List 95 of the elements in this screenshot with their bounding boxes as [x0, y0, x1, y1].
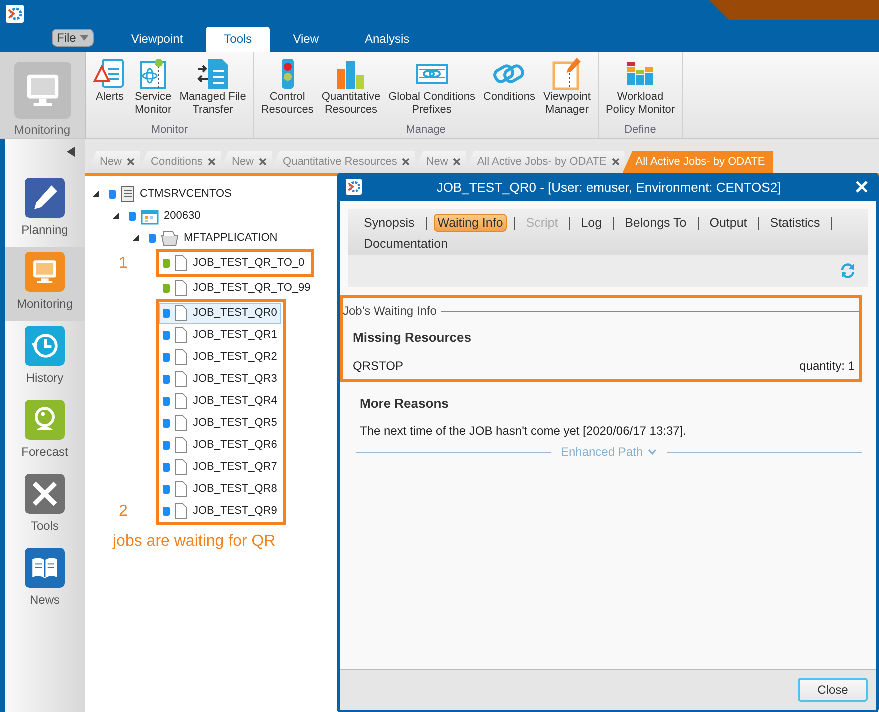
tree-item[interactable]: JOB_TEST_QR5: [159, 412, 282, 434]
gear-icon: [346, 179, 362, 195]
tree-item[interactable]: JOB_TEST_QR6: [159, 434, 282, 456]
tree-item[interactable]: JOB_TEST_QR1: [159, 324, 282, 346]
tree-item[interactable]: JOB_TEST_QR8: [159, 478, 282, 500]
tree-item[interactable]: JOB_TEST_QR7: [159, 456, 282, 478]
monitor-icon: [12, 62, 74, 119]
tree-item[interactable]: JOB_TEST_QR_TO_99: [159, 278, 315, 298]
transfer-icon: [196, 57, 230, 91]
sidebar-item[interactable]: Tools: [5, 469, 85, 543]
document-icon: [175, 458, 188, 476]
dialog-title: JOB_TEST_QR0 - [User: emuser, Environment: CENTOS2]: [436, 180, 782, 194]
expanded-icon[interactable]: [92, 190, 100, 198]
resource-quantity: quantity: 1: [800, 359, 855, 373]
ribbon-tab[interactable]: View: [270, 27, 342, 52]
document-icon: [175, 254, 188, 272]
annotation-number: 2: [119, 503, 129, 522]
close-icon[interactable]: [402, 158, 410, 166]
document-icon: [175, 370, 188, 388]
ribbon-button[interactable]: Service Monitor: [132, 57, 175, 124]
tree-item[interactable]: JOB_TEST_QR_TO_0: [159, 252, 309, 274]
tree-item[interactable]: 200630: [125, 206, 205, 226]
ribbon-tab[interactable]: Analysis: [342, 27, 433, 52]
tree-item[interactable]: JOB_TEST_QR4: [159, 390, 282, 412]
gear-icon: [6, 5, 24, 23]
expanded-icon[interactable]: [132, 234, 140, 242]
ribbon-button[interactable]: Workload Policy Monitor: [602, 57, 678, 124]
document-icon: [175, 480, 188, 498]
section-heading: Missing Resources: [353, 330, 472, 345]
ribbon-button[interactable]: Alerts: [90, 57, 130, 124]
sidebar-item[interactable]: Planning: [5, 173, 85, 247]
document-icon: [175, 414, 188, 432]
ribbon-button[interactable]: Conditions: [480, 57, 538, 124]
reason-text: The next time of the JOB hasn't come yet [2020/06/17 13:37].: [360, 424, 688, 438]
ribbon-button[interactable]: Managed File Transfer: [176, 57, 250, 124]
sidebar-item[interactable]: News: [5, 543, 85, 617]
expanded-icon[interactable]: [112, 212, 120, 220]
monitoring-button[interactable]: Monitoring: [0, 52, 86, 138]
annotation-caption: jobs are waiting for QR: [113, 533, 277, 551]
ribbon-button[interactable]: Global Conditions Prefixes: [386, 57, 478, 124]
section-heading: More Reasons: [360, 396, 450, 411]
server-icon: [121, 186, 135, 202]
resource-name: QRSTOP: [353, 359, 404, 373]
history-icon: [25, 326, 65, 366]
forecast-icon: [25, 400, 65, 440]
collapse-icon[interactable]: [67, 147, 75, 157]
alert-icon: [93, 57, 127, 91]
dialog-tab[interactable]: Documentation: [360, 235, 452, 253]
section-legend: Job's Waiting Info: [343, 304, 437, 318]
dialog-tab[interactable]: Output: [706, 214, 752, 232]
dialog-tab[interactable]: Waiting Info: [434, 214, 508, 232]
tree-item[interactable]: JOB_TEST_QR2: [159, 346, 282, 368]
ribbon-button[interactable]: Viewpoint Manager: [540, 57, 594, 124]
document-icon: [175, 436, 188, 454]
sidebar-item[interactable]: Forecast: [5, 395, 85, 469]
close-icon[interactable]: [259, 158, 268, 166]
tools-icon: [25, 474, 65, 514]
sidebar-item[interactable]: History: [5, 321, 85, 395]
document-icon: [175, 348, 188, 366]
caret-icon: [80, 35, 90, 41]
tree-item[interactable]: JOB_TEST_QR9: [159, 500, 282, 522]
document-icon: [175, 326, 188, 344]
group-label: Define: [624, 124, 656, 136]
news-icon: [25, 548, 65, 588]
dialog-tab[interactable]: Synopsis: [360, 214, 419, 232]
file-menu[interactable]: File: [52, 29, 94, 47]
calendar-icon: [141, 208, 159, 224]
ribbon-button[interactable]: Quantitative Resources: [318, 57, 384, 124]
tree-item[interactable]: JOB_TEST_QR0: [159, 302, 282, 324]
dialog-tab[interactable]: Statistics: [766, 214, 824, 232]
tree-item[interactable]: MFTAPPLICATION: [145, 228, 282, 248]
tree-item[interactable]: JOB_TEST_QR3: [159, 368, 282, 390]
chevron-icon: [648, 449, 658, 455]
close-icon[interactable]: [453, 158, 462, 166]
ribbon-tab[interactable]: Tools: [206, 27, 270, 52]
close-icon[interactable]: [127, 158, 136, 166]
document-icon: [175, 304, 188, 322]
document-icon: [175, 280, 188, 296]
tree-item[interactable]: CTMSRVCENTOS: [105, 184, 236, 204]
monitor-icon: [25, 252, 65, 292]
pencil-icon: [25, 178, 65, 218]
dialog-tab[interactable]: Belongs To: [621, 214, 691, 232]
document-icon: [175, 392, 188, 410]
dialog-tab[interactable]: Log: [577, 214, 606, 232]
close-button[interactable]: Close: [798, 678, 868, 702]
group-label: Monitor: [151, 124, 188, 136]
folder-icon: [161, 230, 179, 246]
close-icon[interactable]: [208, 158, 216, 166]
close-icon[interactable]: [612, 158, 620, 166]
group-label: Manage: [406, 124, 446, 136]
document-icon: [175, 502, 188, 520]
sidebar-item[interactable]: Monitoring: [5, 247, 85, 321]
ribbon-button[interactable]: Control Resources: [258, 57, 317, 124]
ribbon-tab[interactable]: Viewpoint: [108, 27, 206, 52]
annotation-number: 1: [119, 255, 129, 274]
